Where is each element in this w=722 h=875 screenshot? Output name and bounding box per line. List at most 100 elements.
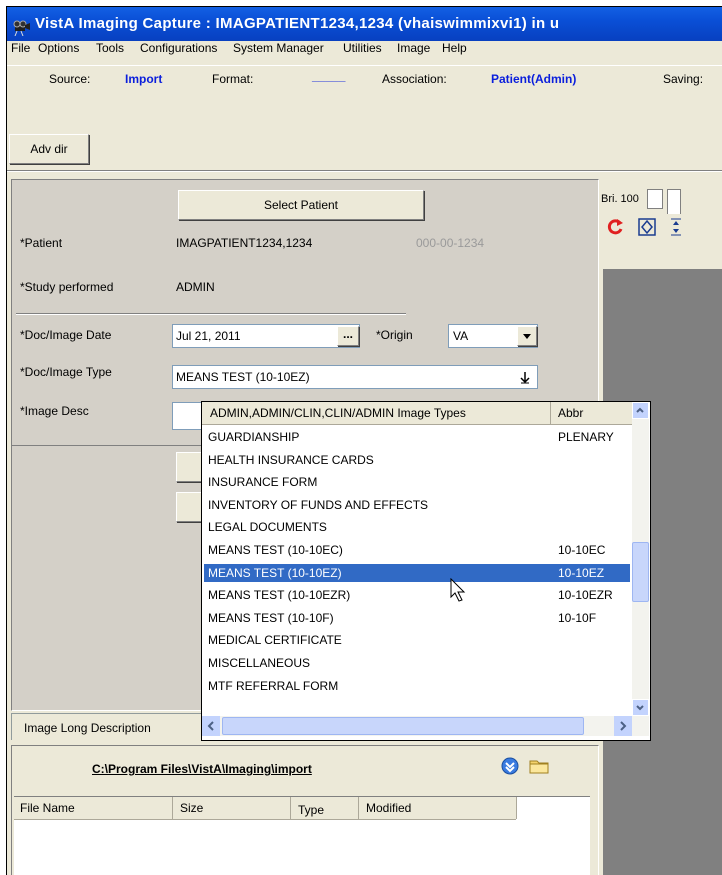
menu-system-manager[interactable]: System Manager: [233, 41, 324, 55]
dropdown-item-abbr: 10-10F: [558, 610, 597, 625]
doc-date-label: *Doc/Image Date: [20, 328, 112, 342]
col-type[interactable]: Type: [298, 803, 324, 817]
dropdown-item-name: HEALTH INSURANCE CARDS: [208, 452, 374, 467]
dropdown-item[interactable]: MEANS TEST (10-10F) 10-10F: [204, 609, 630, 627]
scroll-right-icon[interactable]: [614, 716, 632, 736]
import-path[interactable]: C:\Program Files\VistA\Imaging\import: [92, 762, 312, 776]
image-desc-input[interactable]: [172, 402, 204, 430]
scroll-down-icon[interactable]: [632, 699, 649, 716]
dropdown-list: GUARDIANSHIP PLENARY HEALTH INSURANCE CARD…: [202, 426, 632, 714]
origin-select[interactable]: VA: [448, 324, 538, 348]
dropdown-item[interactable]: MEANS TEST (10-10EC) 10-10EC: [204, 541, 630, 559]
adv-dir-button[interactable]: Adv dir: [9, 134, 89, 164]
dropdown-item[interactable]: GUARDIANSHIP PLENARY: [204, 428, 630, 446]
mouse-cursor-icon: [450, 577, 466, 605]
dropdown-item-abbr: PLENARY: [558, 430, 614, 444]
association-value[interactable]: Patient(Admin): [491, 72, 576, 86]
dropdown-item-name: MEANS TEST (10-10F): [208, 610, 334, 625]
title-bar[interactable]: VistA Imaging Capture : IMAGPATIENT1234,…: [7, 7, 722, 41]
window-title: VistA Imaging Capture : IMAGPATIENT1234,…: [35, 15, 560, 32]
date-picker-button[interactable]: ...: [337, 326, 359, 346]
chevron-down-icon[interactable]: [517, 326, 537, 346]
ssn-value: 000-00-1234: [416, 236, 485, 250]
capture-settings-bar: Source: Import Format: _____ Association…: [7, 65, 722, 94]
dropdown-item-name: MISCELLANEOUS: [208, 656, 311, 670]
image-desc-label: *Image Desc: [20, 404, 89, 418]
app-icon: [13, 15, 31, 37]
dropdown-item-name: MEANS TEST (10-10EZ): [208, 565, 342, 580]
menu-utilities[interactable]: Utilities: [343, 41, 382, 55]
brightness-field[interactable]: [647, 189, 663, 209]
doc-date-input[interactable]: Jul 21, 2011 ...: [172, 324, 360, 348]
file-browser-panel: C:\Program Files\VistA\Imaging\import Fi…: [11, 745, 599, 875]
source-value[interactable]: Import: [125, 72, 162, 86]
dropdown-item[interactable]: MTF REFERRAL FORM: [204, 677, 630, 695]
format-label: Format:: [212, 72, 254, 86]
brightness-label: Bri. 100: [601, 193, 639, 205]
vertical-scrollbar[interactable]: [632, 402, 649, 716]
saving-label: Saving:: [663, 72, 704, 86]
dropdown-col-types[interactable]: ADMIN,ADMIN/CLIN,CLIN/ADMIN Image Types: [210, 406, 466, 420]
dropdown-item-abbr: 10-10EZR: [558, 588, 613, 603]
dropdown-item-abbr: 10-10EZ: [558, 565, 605, 580]
file-table-header: File Name Size Type Modified: [14, 797, 517, 820]
dropdown-item[interactable]: MEANS TEST (10-10EZ) 10-10EZ: [204, 563, 630, 582]
menu-image[interactable]: Image: [397, 41, 430, 55]
fit-height-icon[interactable]: [669, 217, 683, 240]
source-label: Source:: [49, 72, 91, 86]
origin-label: *Origin: [376, 328, 413, 342]
form-divider: [16, 313, 406, 315]
dropdown-col-abbr[interactable]: Abbr: [558, 406, 583, 420]
dropdown-item-abbr: 10-10EC: [558, 543, 606, 557]
patient-label: *Patient: [20, 236, 63, 250]
brightness-slider[interactable]: [667, 189, 681, 214]
col-file-name[interactable]: File Name: [20, 801, 75, 815]
dropdown-item[interactable]: MISCELLANEOUS: [204, 654, 630, 672]
menu-options[interactable]: Options: [38, 41, 79, 55]
scroll-left-icon[interactable]: [202, 716, 220, 736]
doc-type-label: *Doc/Image Type: [20, 365, 112, 379]
doc-type-input[interactable]: MEANS TEST (10-10EZ): [172, 365, 538, 389]
arrow-down-icon[interactable]: [519, 370, 531, 387]
form-divider-2: [12, 445, 202, 446]
study-label: *Study performed: [20, 280, 114, 294]
dropdown-item[interactable]: MEDICAL CERTIFICATE: [204, 631, 630, 649]
patient-value: IMAGPATIENT1234,1234: [176, 236, 313, 250]
col-modified[interactable]: Modified: [366, 801, 411, 815]
h-scroll-thumb[interactable]: [222, 717, 584, 735]
dropdown-item-name: GUARDIANSHIP: [208, 430, 300, 444]
dropdown-item-name: INVENTORY OF FUNDS AND EFFECTS: [208, 497, 429, 512]
dropdown-item[interactable]: INSURANCE FORM: [204, 473, 630, 491]
menu-help[interactable]: Help: [442, 41, 467, 55]
file-table: File Name Size Type Modified: [14, 796, 590, 875]
divider: [7, 170, 722, 172]
dropdown-item[interactable]: MEANS TEST (10-10EZR) 10-10EZR: [204, 586, 630, 604]
fit-to-window-icon[interactable]: [637, 217, 657, 240]
format-value[interactable]: _____: [312, 69, 345, 83]
select-patient-button[interactable]: Select Patient: [178, 190, 424, 220]
folder-icon[interactable]: [528, 756, 550, 779]
menu-configurations[interactable]: Configurations: [140, 41, 217, 55]
menu-bar: File Options Tools Configurations System…: [7, 38, 722, 60]
scroll-up-icon[interactable]: [632, 402, 649, 419]
scroll-thumb[interactable]: [632, 542, 649, 602]
menu-tools[interactable]: Tools: [96, 41, 124, 55]
dropdown-item[interactable]: HEALTH INSURANCE CARDS: [204, 451, 630, 469]
image-type-dropdown: ADMIN,ADMIN/CLIN,CLIN/ADMIN Image Types …: [201, 401, 651, 741]
association-label: Association:: [382, 72, 447, 86]
horizontal-scrollbar[interactable]: [202, 716, 649, 736]
col-size[interactable]: Size: [180, 801, 203, 815]
refresh-icon[interactable]: [605, 217, 625, 240]
dropdown-item-name: MEANS TEST (10-10EZR): [208, 588, 351, 603]
dropdown-item-name: LEGAL DOCUMENTS: [208, 520, 327, 535]
long-description-tab[interactable]: Image Long Description: [11, 713, 213, 740]
dropdown-item[interactable]: INVENTORY OF FUNDS AND EFFECTS: [204, 496, 630, 514]
dropdown-item-name: INSURANCE FORM: [208, 475, 318, 490]
dropdown-item[interactable]: LEGAL DOCUMENTS: [204, 518, 630, 536]
menu-file[interactable]: File: [11, 41, 30, 55]
dropdown-item-name: MTF REFERRAL FORM: [208, 678, 339, 693]
navigate-down-icon[interactable]: [500, 756, 520, 779]
dropdown-item-name: MEANS TEST (10-10EC): [208, 543, 343, 557]
dropdown-item-name: MEDICAL CERTIFICATE: [208, 633, 342, 648]
app-window: VistA Imaging Capture : IMAGPATIENT1234,…: [6, 6, 722, 875]
